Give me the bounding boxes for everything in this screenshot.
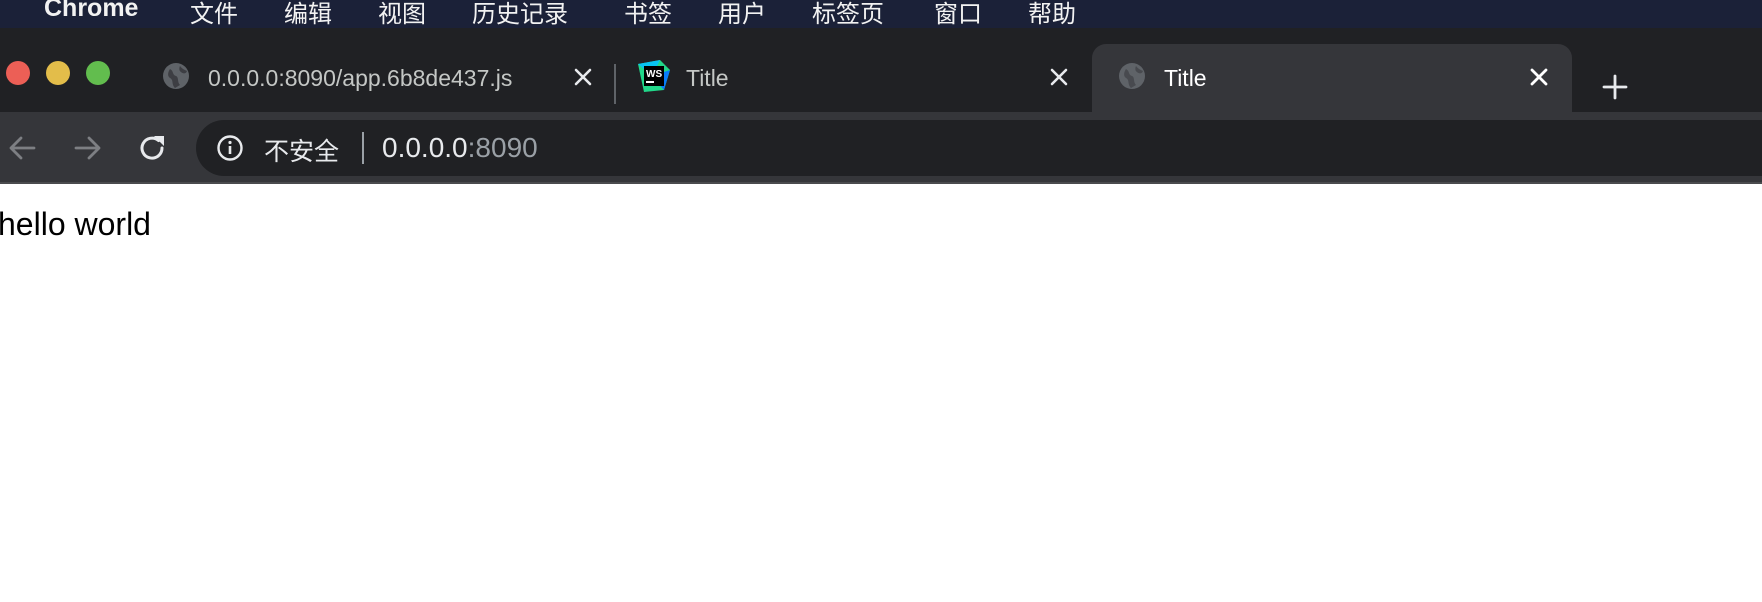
page-content: hello world <box>0 186 1762 602</box>
info-icon[interactable] <box>216 134 244 162</box>
menu-file[interactable]: 文件 <box>190 0 238 28</box>
browser-toolbar: 不安全 0.0.0.0:8090 <box>0 112 1762 184</box>
window-zoom-button[interactable] <box>86 61 110 85</box>
globe-icon <box>163 63 189 89</box>
tab-separator <box>614 64 616 104</box>
close-icon[interactable] <box>570 64 596 90</box>
url-host: 0.0.0.0 <box>382 132 468 163</box>
menu-view[interactable]: 视图 <box>378 0 426 28</box>
menu-bookmarks[interactable]: 书签 <box>624 0 672 28</box>
globe-icon <box>1119 63 1145 89</box>
menu-tab[interactable]: 标签页 <box>812 0 884 28</box>
menu-history[interactable]: 历史记录 <box>472 0 568 28</box>
address-bar[interactable]: 不安全 0.0.0.0:8090 <box>196 120 1762 176</box>
tab-app-js[interactable]: 0.0.0.0:8090/app.6b8de437.js <box>150 44 600 112</box>
window-minimize-button[interactable] <box>46 61 70 85</box>
url-text[interactable]: 0.0.0.0:8090 <box>382 132 538 164</box>
tab-webstorm-title[interactable]: WS Title <box>626 44 1076 112</box>
tab-active-title[interactable]: Title <box>1092 44 1572 112</box>
omnibox-divider <box>362 132 364 164</box>
webstorm-icon: WS <box>638 60 670 92</box>
menu-help[interactable]: 帮助 <box>1028 0 1076 28</box>
url-port: :8090 <box>467 132 538 163</box>
page-body-text: hello world <box>0 206 151 242</box>
tab-title: 0.0.0.0:8090/app.6b8de437.js <box>208 65 513 91</box>
tab-title: Title <box>1164 65 1207 91</box>
menu-window[interactable]: 窗口 <box>934 0 982 28</box>
menu-app-name[interactable]: Chrome <box>44 0 138 23</box>
mac-menu-bar: Chrome 文件 编辑 视图 历史记录 书签 用户 标签页 窗口 帮助 <box>0 0 1762 28</box>
close-icon[interactable] <box>1046 64 1072 90</box>
forward-button[interactable] <box>70 130 106 166</box>
window-close-button[interactable] <box>6 61 30 85</box>
tab-title: Title <box>686 65 729 91</box>
menu-people[interactable]: 用户 <box>718 0 766 28</box>
new-tab-button[interactable] <box>1600 72 1630 102</box>
close-icon[interactable] <box>1526 64 1552 90</box>
menu-edit[interactable]: 编辑 <box>284 0 332 28</box>
svg-text:WS: WS <box>646 69 662 80</box>
back-button[interactable] <box>4 130 40 166</box>
security-status-label[interactable]: 不安全 <box>264 132 339 168</box>
tab-strip: 0.0.0.0:8090/app.6b8de437.js WS Title Ti… <box>0 28 1762 112</box>
reload-button[interactable] <box>134 130 170 166</box>
